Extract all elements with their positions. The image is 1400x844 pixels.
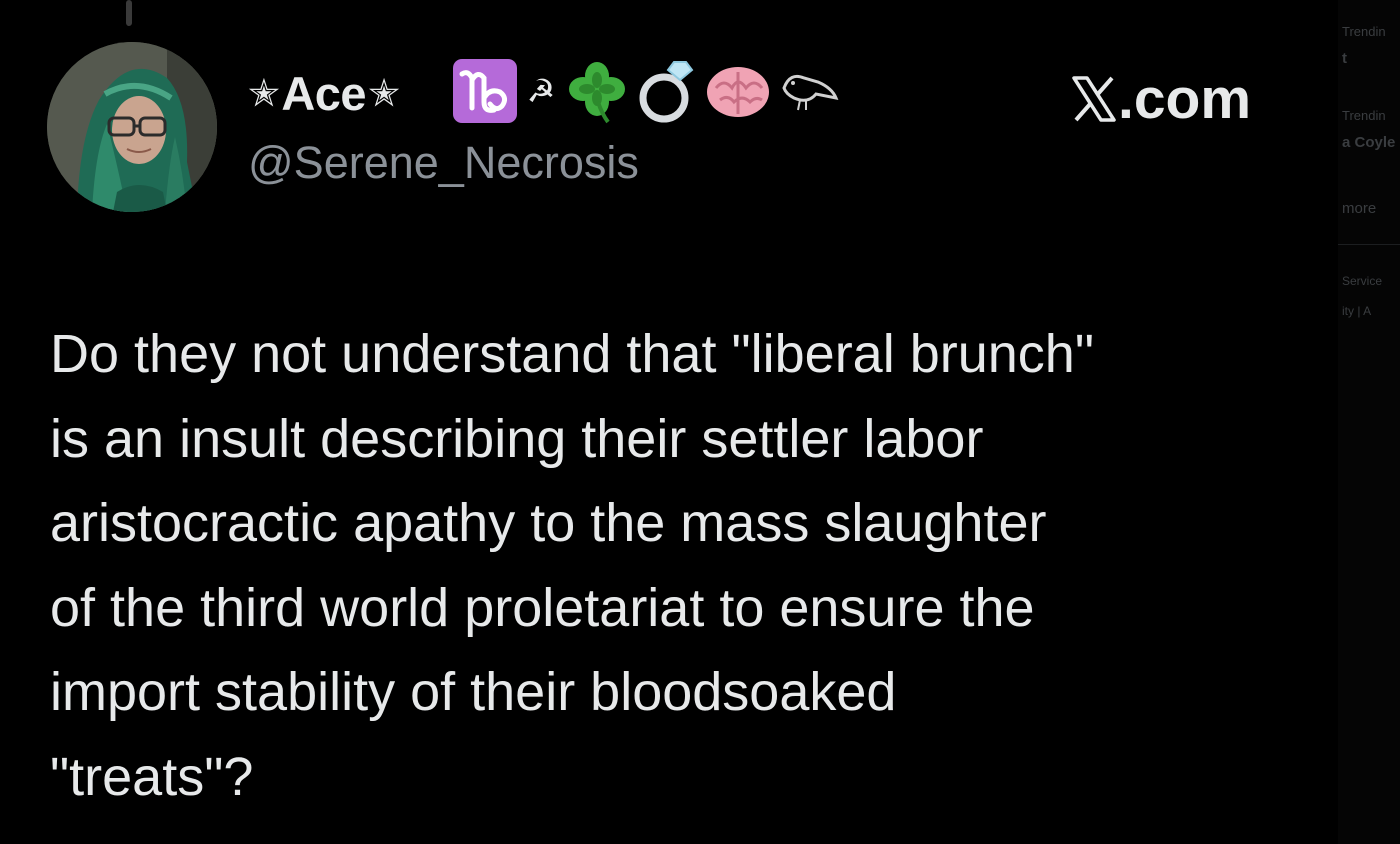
right-sidebar: Trendin t Trendin a Coyle more Service i… [1338, 0, 1400, 844]
trending-item-title[interactable]: t [1342, 50, 1347, 67]
show-more-link[interactable]: more [1342, 200, 1376, 217]
trending-item-label[interactable]: Trendin [1342, 24, 1386, 39]
footer-link[interactable]: Service [1342, 274, 1382, 288]
tweet-body-line: aristocractic apathy to the mass slaught… [50, 493, 1047, 553]
tweet-body-line: "treats"? [50, 746, 254, 807]
bird-icon [782, 74, 839, 111]
star-icon: ✭ [368, 73, 400, 115]
tweet-body-line: Do they not understand that "liberal bru… [50, 324, 1094, 384]
tweet-body: Do they not understand that "liberal bru… [50, 312, 1330, 819]
star-icon: ✭ [248, 73, 280, 115]
display-name[interactable]: ✭ Ace ✭ [246, 66, 401, 121]
footer-link[interactable]: ity | A [1342, 304, 1371, 318]
sidebar-divider [1338, 244, 1400, 245]
trending-item-title[interactable]: a Coyle [1342, 134, 1395, 151]
x-logo-icon [1072, 76, 1116, 122]
screenshot: ✭ Ace ✭ ☭ @Serene_Necrosis .com Do they … [0, 0, 1400, 844]
x-com-watermark: .com [1072, 66, 1251, 132]
tweet-body-line: of the third world proletariat to ensure… [50, 577, 1035, 638]
avatar-image [47, 42, 217, 212]
brain-icon [707, 67, 769, 117]
user-handle[interactable]: @Serene_Necrosis [248, 137, 639, 189]
tweet-body-line: is an insult describing their settler la… [50, 408, 984, 469]
hammer-sickle-icon: ☭ [527, 72, 556, 110]
tweet-body-line: import stability of their bloodsoaked [50, 662, 897, 722]
svg-text:☭: ☭ [527, 72, 556, 110]
watermark-text: .com [1118, 67, 1252, 131]
trending-item-label[interactable]: Trendin [1342, 108, 1386, 123]
four-leaf-clover-icon [569, 62, 625, 124]
name-emoji-badges: ☭ [452, 56, 844, 126]
tweet-card[interactable]: ✭ Ace ✭ ☭ @Serene_Necrosis .com Do they … [0, 0, 1338, 844]
capricorn-icon [453, 59, 517, 123]
display-name-text: Ace [281, 67, 367, 120]
ring-icon [639, 61, 694, 123]
avatar[interactable] [47, 42, 217, 212]
